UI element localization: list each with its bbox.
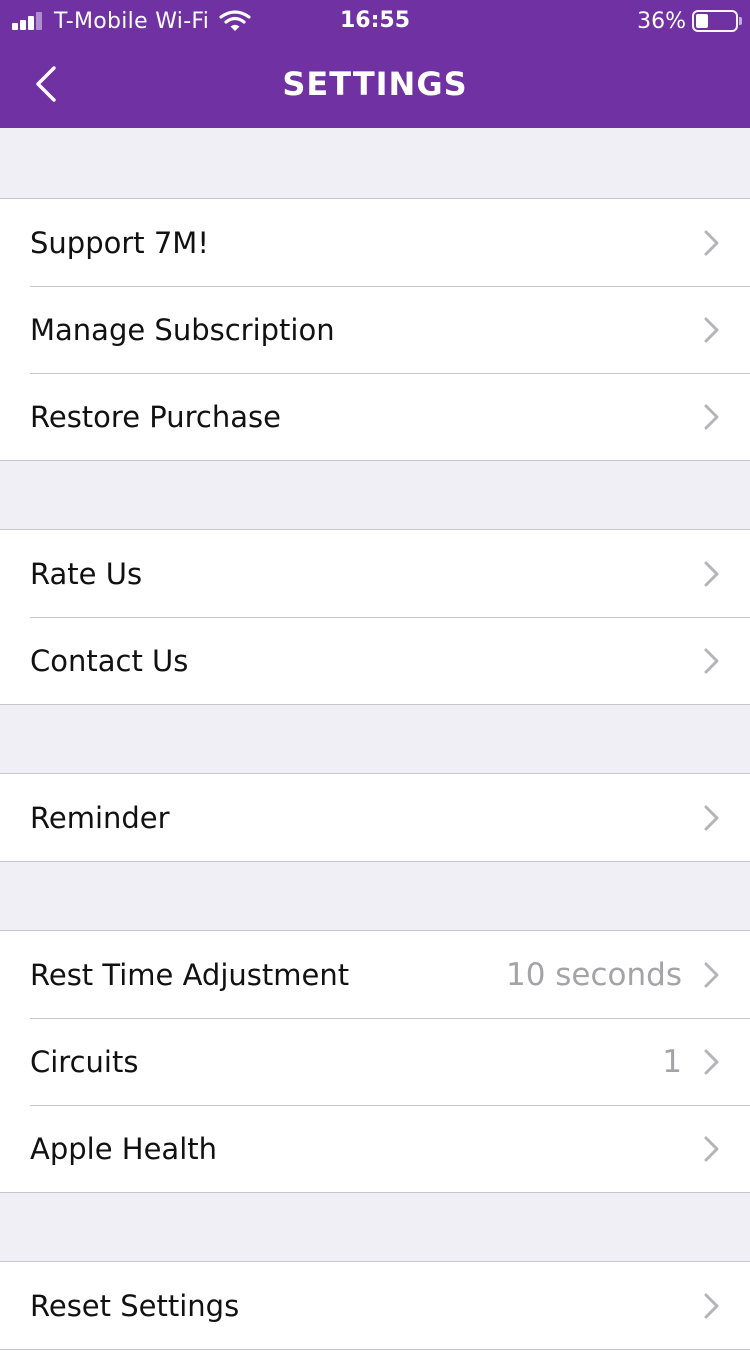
row-reminder[interactable]: Reminder (0, 774, 750, 861)
row-label: Apple Health (30, 1131, 217, 1166)
row-support-7m[interactable]: Support 7M! (0, 199, 750, 286)
row-rest-time-adjustment[interactable]: Rest Time Adjustment 10 seconds (0, 931, 750, 1018)
row-reset-settings[interactable]: Reset Settings (0, 1262, 750, 1349)
wifi-icon (219, 10, 251, 31)
row-label: Reset Settings (30, 1288, 240, 1323)
chevron-right-icon (704, 561, 719, 586)
row-label: Manage Subscription (30, 312, 335, 347)
row-label: Support 7M! (30, 225, 209, 260)
row-rate-us[interactable]: Rate Us (0, 530, 750, 617)
row-label: Rate Us (30, 556, 143, 591)
settings-group-purchases: Support 7M! Manage Subscription Restore … (0, 198, 750, 461)
settings-group-reminder: Reminder (0, 773, 750, 862)
chevron-right-icon (704, 230, 719, 255)
row-value: 1 (662, 1043, 682, 1080)
chevron-right-icon (704, 805, 719, 830)
row-contact-us[interactable]: Contact Us (0, 617, 750, 704)
navigation-header: T-Mobile Wi-Fi 16:55 36% SETTINGS (0, 0, 750, 128)
row-value: 10 seconds (505, 956, 682, 993)
battery-icon (692, 10, 742, 32)
settings-group-workout: Rest Time Adjustment 10 seconds Circuits… (0, 930, 750, 1193)
chevron-right-icon (704, 1049, 719, 1074)
chevron-right-icon (704, 317, 719, 342)
row-label: Circuits (30, 1044, 139, 1079)
status-left: T-Mobile Wi-Fi (12, 6, 251, 36)
row-circuits[interactable]: Circuits 1 (0, 1018, 750, 1105)
chevron-right-icon (704, 962, 719, 987)
row-manage-subscription[interactable]: Manage Subscription (0, 286, 750, 373)
chevron-right-icon (704, 648, 719, 673)
row-label: Rest Time Adjustment (30, 957, 350, 992)
row-label: Restore Purchase (30, 399, 281, 434)
signal-bars-icon (12, 12, 44, 30)
battery-percent: 36% (637, 8, 686, 34)
row-restore-purchase[interactable]: Restore Purchase (0, 373, 750, 460)
settings-group-feedback: Rate Us Contact Us (0, 529, 750, 705)
row-apple-health[interactable]: Apple Health (0, 1105, 750, 1192)
row-label: Contact Us (30, 643, 189, 678)
settings-list: Support 7M! Manage Subscription Restore … (0, 128, 750, 1350)
chevron-right-icon (704, 404, 719, 429)
page-title: SETTINGS (282, 65, 468, 103)
settings-group-reset: Reset Settings (0, 1261, 750, 1350)
back-button[interactable] (24, 60, 72, 108)
battery-fill (696, 14, 708, 28)
carrier-name: T-Mobile Wi-Fi (54, 8, 210, 34)
row-label: Reminder (30, 800, 170, 835)
status-right: 36% (637, 6, 742, 36)
status-bar: T-Mobile Wi-Fi 16:55 36% (0, 0, 750, 40)
chevron-right-icon (704, 1136, 719, 1161)
chevron-left-icon (36, 66, 56, 102)
chevron-right-icon (704, 1293, 719, 1318)
